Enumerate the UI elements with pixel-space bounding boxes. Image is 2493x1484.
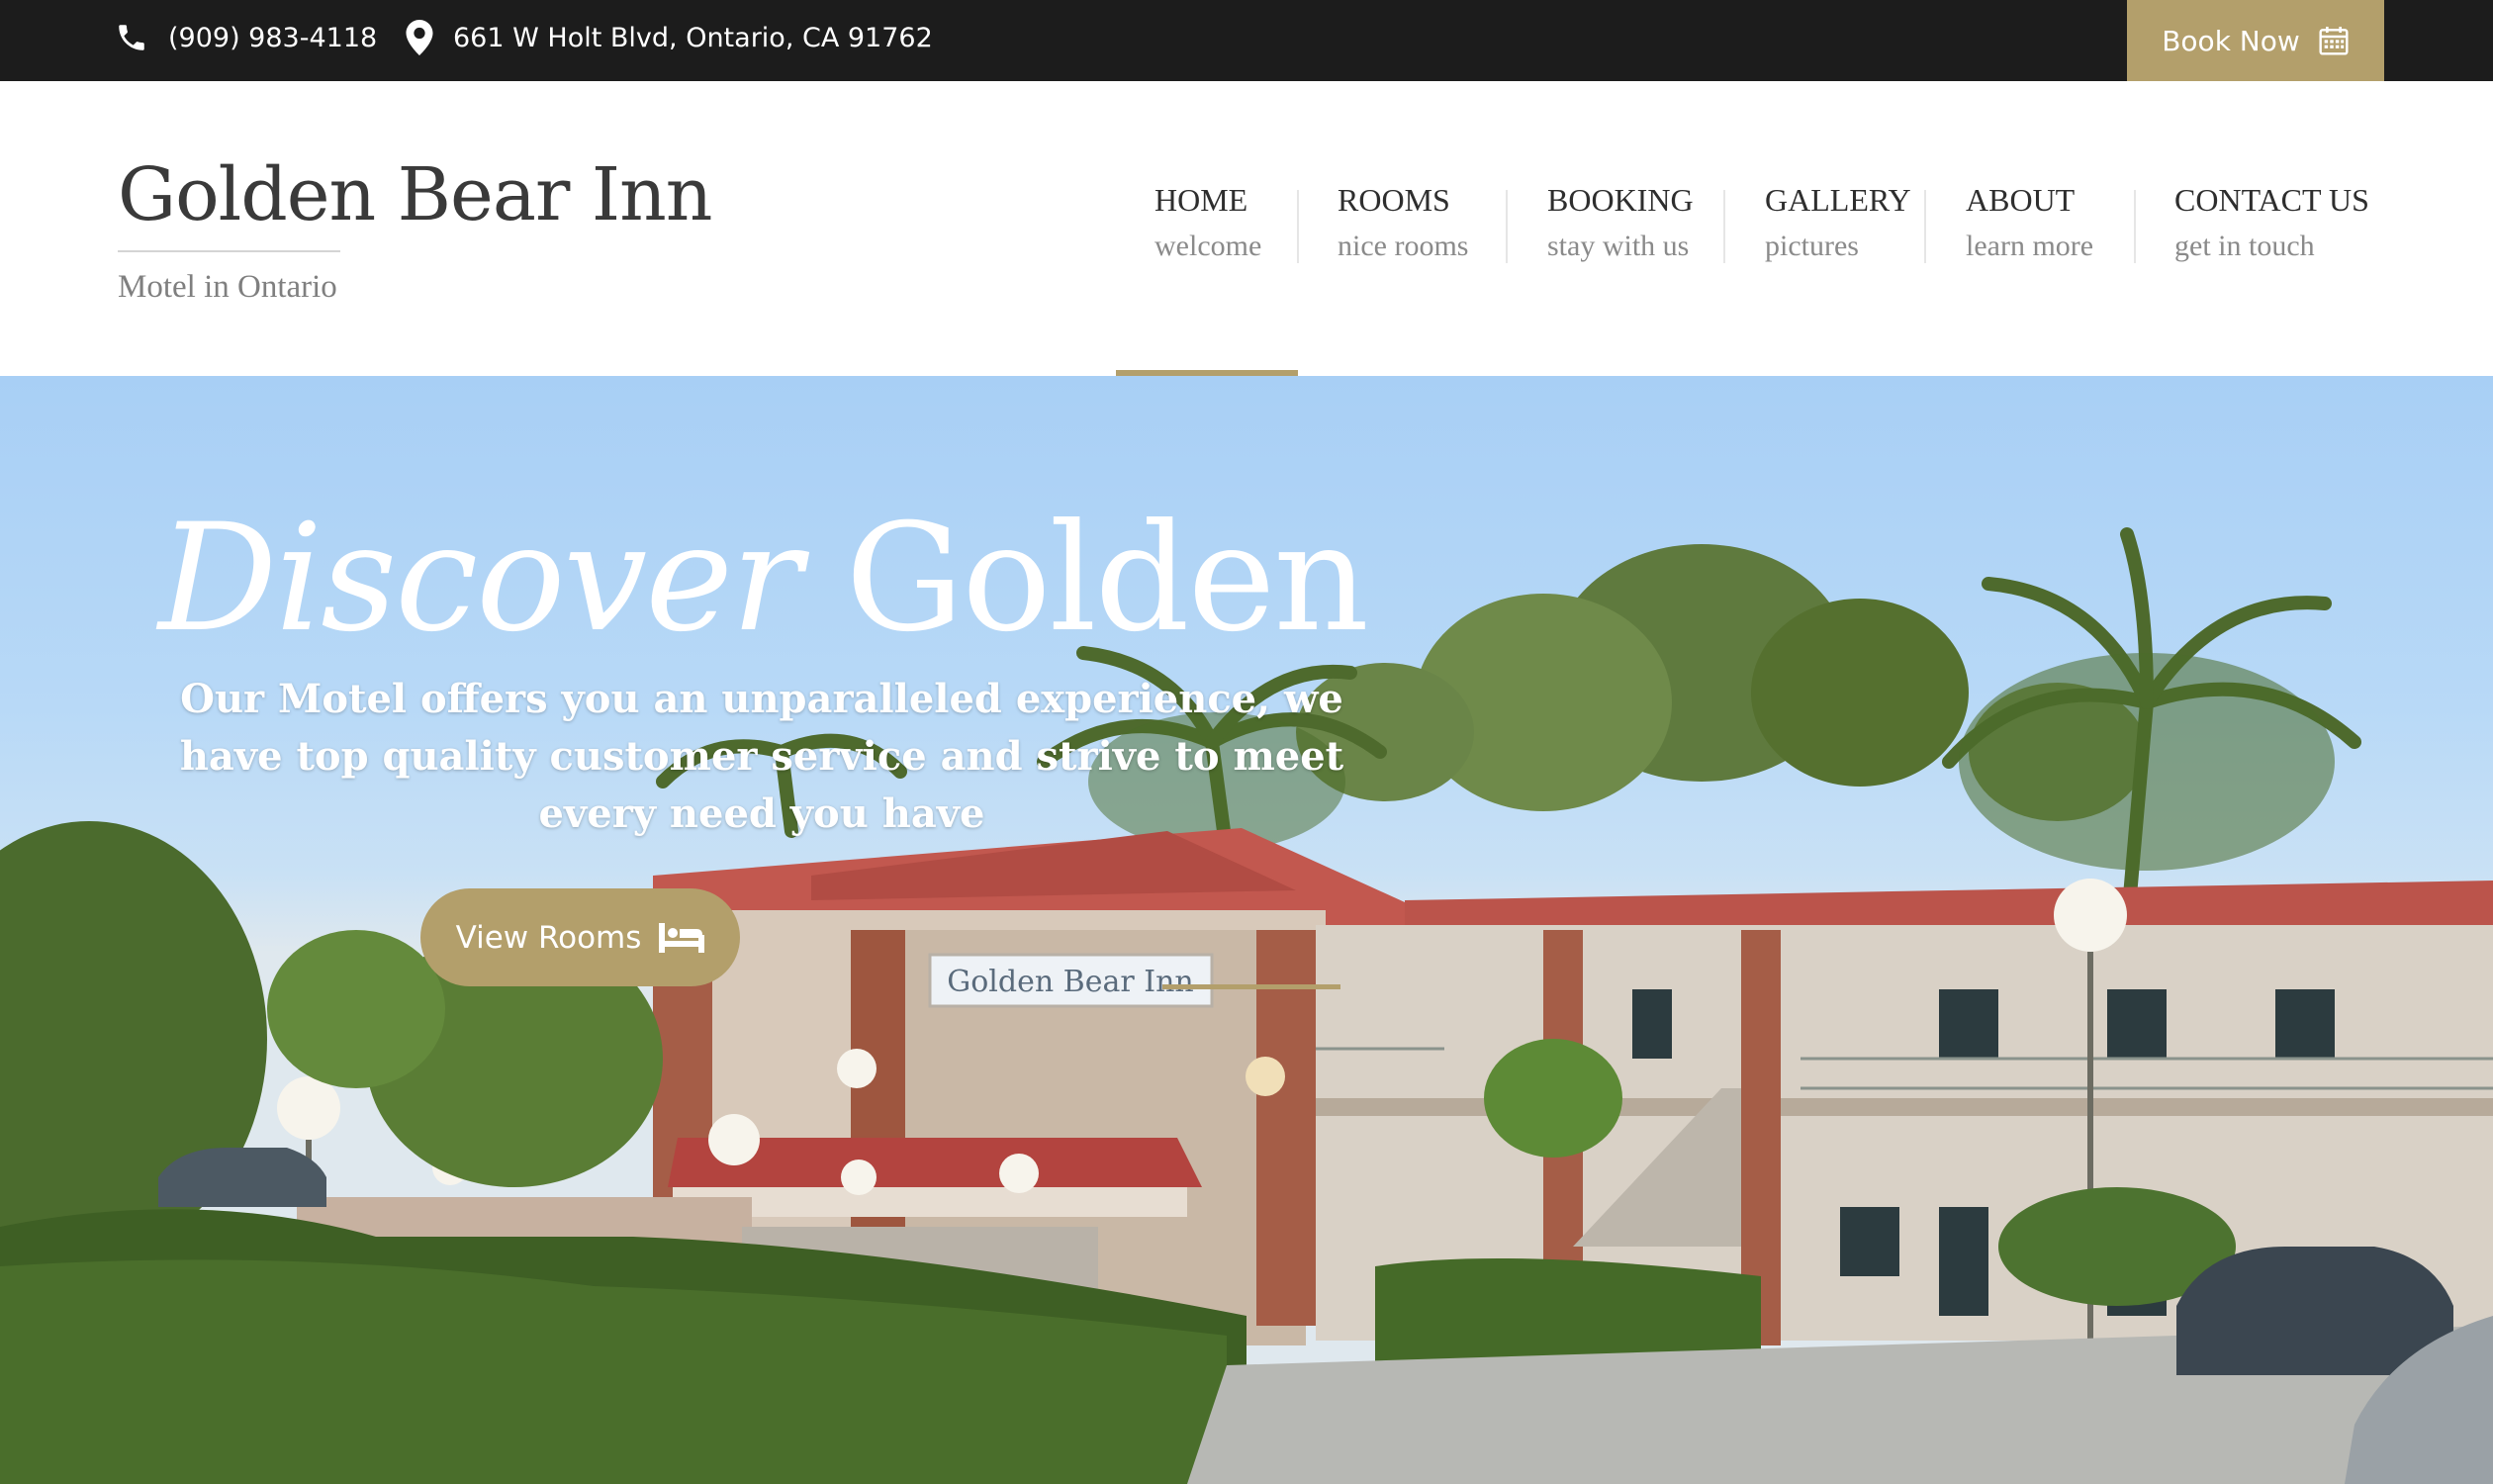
nav-item-title: BOOKING [1547,182,1694,218]
book-now-button[interactable]: Book Now [2127,0,2384,81]
map-marker-icon [406,20,433,55]
nav-item-title: ABOUT [1966,182,2076,218]
phone-link[interactable]: (909) 983-4118 [115,0,377,75]
nav-divider [1506,190,1508,263]
top-bar: (909) 983-4118 661 W Holt Blvd, Ontario,… [0,0,2493,81]
phone-icon [119,25,144,50]
nav-item-title: ROOMS [1338,182,1450,218]
accent-divider [1162,984,1340,989]
calendar-icon [2319,27,2349,55]
nav-item-title: GALLERY [1765,182,1911,218]
hero-banner: Golden Bear Inn Discover Golden Our Mote… [0,376,2493,1484]
hero-title-rest: Golden [845,493,1369,665]
view-rooms-button[interactable]: View Rooms [420,888,740,986]
nav-item-subtitle: welcome [1154,230,1262,262]
nav-divider [1297,190,1299,263]
nav-item-subtitle: learn more [1966,230,2094,262]
hero-title-italic: Discover [158,493,802,665]
nav-item-subtitle: pictures [1765,230,1859,262]
bed-icon [659,922,705,953]
nav-item-subtitle: stay with us [1547,230,1690,262]
nav-item-subtitle: nice rooms [1338,230,1469,262]
address-link[interactable]: 661 W Holt Blvd, Ontario, CA 91762 [406,0,933,75]
address-text: 661 W Holt Blvd, Ontario, CA 91762 [453,22,933,53]
main-nav: HOME welcome ROOMS nice rooms BOOKING st… [0,81,2493,376]
hero-title: Discover Golden [158,493,1369,665]
view-rooms-label: View Rooms [455,919,642,956]
phone-number: (909) 983-4118 [168,22,378,53]
book-now-label: Book Now [2162,24,2300,57]
nav-divider [1723,190,1725,263]
nav-divider [1924,190,1926,263]
hero-subtitle: Our Motel offers you an unparalleled exp… [179,676,1344,837]
nav-item-title: HOME [1154,182,1248,218]
nav-item-subtitle: get in touch [2174,230,2315,262]
nav-divider [2134,190,2136,263]
nav-item-title: CONTACT US [2174,182,2369,218]
building-sign-text: Golden Bear Inn [947,965,1194,999]
